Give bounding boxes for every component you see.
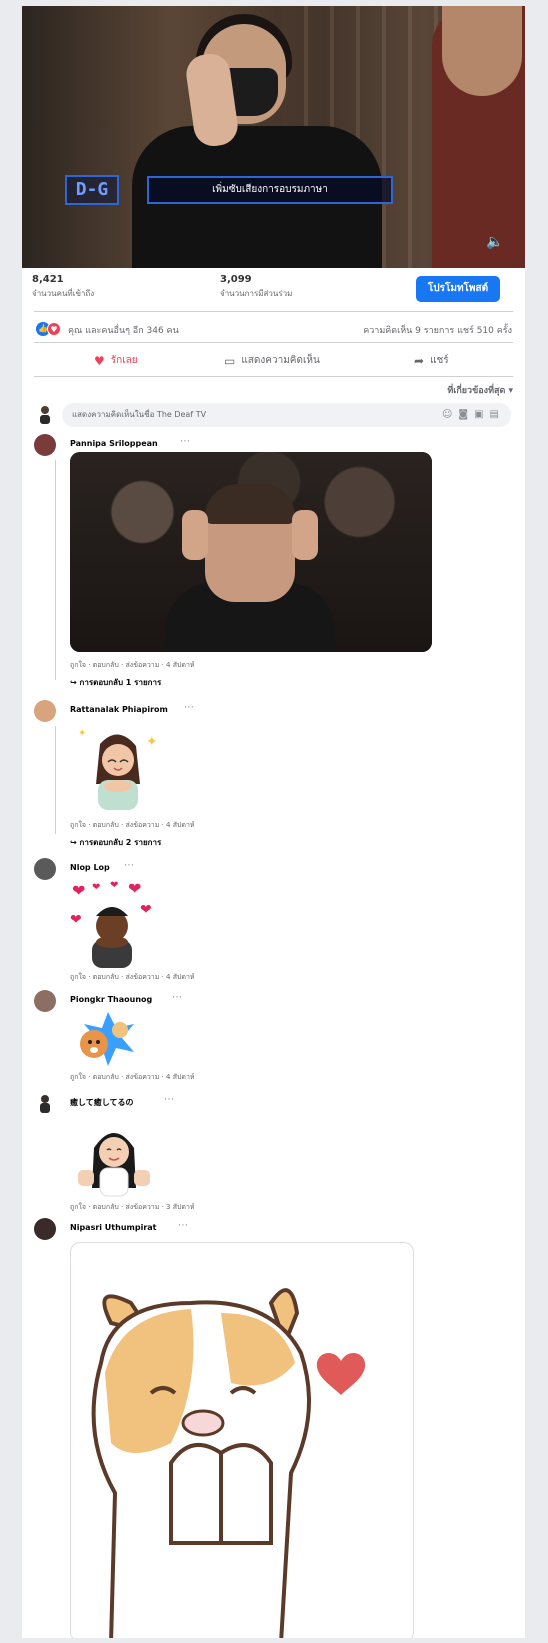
boost-post-button[interactable]: โปรโมทโพสต์ bbox=[416, 276, 500, 302]
view-replies-link[interactable]: ↪ การตอบกลับ 1 รายการ bbox=[70, 676, 161, 689]
svg-text:❤: ❤ bbox=[72, 881, 85, 900]
engagement-stat: 3,099 จำนวนการมีส่วนร่วม bbox=[220, 274, 292, 300]
views-stat: 8,421 จำนวนคนที่เข้าถึง bbox=[32, 274, 94, 300]
reactions-summary[interactable]: 👍 ♥ คุณ และคนอื่นๆ อีก 346 คน ความคิดเห็… bbox=[36, 322, 512, 338]
composer-tools: ☺◙▣▤ bbox=[442, 403, 505, 427]
comment-author[interactable]: Pannipa Sriloppean bbox=[70, 439, 158, 448]
comment-meta[interactable]: ถูกใจ · ตอบกลับ · ส่งข้อความ · 4 สัปดาห์ bbox=[70, 820, 195, 831]
more-options-icon[interactable]: ⋯ bbox=[164, 1094, 174, 1105]
sticker-icon[interactable]: ▤ bbox=[490, 409, 505, 420]
more-options-icon[interactable]: ⋯ bbox=[172, 992, 182, 1003]
comment-author[interactable]: Nlop Lop bbox=[70, 863, 110, 872]
svg-text:✦: ✦ bbox=[78, 728, 86, 739]
svg-text:❤: ❤ bbox=[140, 902, 152, 918]
comment-gif[interactable] bbox=[70, 452, 432, 652]
view-replies-link[interactable]: ↪ การตอบกลับ 2 รายการ bbox=[70, 836, 161, 849]
svg-text:✦: ✦ bbox=[146, 734, 158, 750]
comment-sort-dropdown[interactable]: ที่เกี่ยวข้องที่สุด ▾ bbox=[447, 383, 513, 397]
cat-sticker bbox=[91, 1288, 366, 1638]
comment-author[interactable]: 癒して癒してるの bbox=[70, 1097, 134, 1108]
thread-line bbox=[55, 460, 56, 680]
comment-author[interactable]: Piongkr Thaounog bbox=[70, 995, 152, 1004]
more-options-icon[interactable]: ⋯ bbox=[178, 1220, 188, 1231]
avatar[interactable] bbox=[34, 858, 56, 880]
love-reaction-icon: ♥ bbox=[47, 322, 61, 336]
dog-sticker[interactable] bbox=[72, 1010, 138, 1070]
more-options-icon[interactable]: ⋯ bbox=[180, 436, 190, 447]
share-label: แชร์ bbox=[430, 355, 449, 366]
post-card: D-G เพิ่มซับเสียงการอบรมภาษา 🔈 8,421 จำน… bbox=[22, 6, 525, 1638]
views-label: จำนวนคนที่เข้าถึง bbox=[32, 289, 95, 298]
comment-meta[interactable]: ถูกใจ · ตอบกลับ · ส่งข้อความ · 4 สัปดาห์ bbox=[70, 972, 195, 983]
emoji-icon[interactable]: ☺ bbox=[442, 409, 458, 420]
comment-bubble-icon: ▭ bbox=[224, 353, 236, 368]
comment-meta[interactable]: ถูกใจ · ตอบกลับ · ส่งข้อความ · 4 สัปดาห์ bbox=[70, 660, 195, 671]
svg-text:❤: ❤ bbox=[70, 912, 82, 928]
cat-sticker-card[interactable] bbox=[70, 1242, 414, 1638]
comment-author[interactable]: Nipasri Uthumpirat bbox=[70, 1223, 156, 1232]
svg-text:❤: ❤ bbox=[92, 882, 100, 893]
more-options-icon[interactable]: ⋯ bbox=[184, 702, 194, 713]
views-count: 8,421 bbox=[32, 274, 64, 285]
divider bbox=[34, 342, 513, 343]
comment-item: Nipasri Uthumpirat ⋯ bbox=[34, 1218, 513, 1638]
svg-text:❤: ❤ bbox=[128, 880, 141, 898]
comment-item: Nlop Lop ⋯ ❤ ❤ ❤ ❤ ❤ ❤ ถูกใจ · ตอบกลับ ·… bbox=[34, 858, 513, 988]
comments-shares-count[interactable]: ความคิดเห็น 9 รายการ แชร์ 510 ครั้ง bbox=[363, 323, 512, 337]
comment-meta[interactable]: ถูกใจ · ตอบกลับ · ส่งข้อความ · 4 สัปดาห์ bbox=[70, 1072, 195, 1083]
svg-text:❤: ❤ bbox=[110, 880, 118, 891]
heart-icon: ♥ bbox=[94, 353, 105, 368]
gif-thumb-right bbox=[292, 510, 318, 560]
love-label: รักเลย bbox=[110, 355, 138, 366]
avatar[interactable] bbox=[34, 1092, 56, 1114]
share-arrow-icon: ➦ bbox=[414, 353, 425, 368]
volume-icon[interactable]: 🔈 bbox=[486, 234, 503, 250]
comment-item: Rattanalak Phiapirom ⋯ ✦ ✦ ถูกใจ · ตอบกล… bbox=[34, 700, 513, 850]
avatar[interactable] bbox=[34, 990, 56, 1012]
avatar[interactable] bbox=[34, 1218, 56, 1240]
avatar[interactable] bbox=[34, 434, 56, 456]
video-player[interactable]: D-G เพิ่มซับเสียงการอบรมภาษา 🔈 bbox=[22, 6, 525, 268]
comment-item: Pannipa Sriloppean ⋯ ถูกใจ · ตอบกลับ · ส… bbox=[34, 434, 513, 694]
comment-item: Piongkr Thaounog ⋯ ถูกใจ · ตอบกลับ · ส่ง… bbox=[34, 990, 513, 1090]
thumbs-up-avatar-sticker[interactable] bbox=[74, 1118, 154, 1200]
gif-icon[interactable]: ▣ bbox=[474, 409, 489, 420]
hearts-avatar-sticker[interactable]: ❤ ❤ ❤ ❤ ❤ ❤ bbox=[70, 880, 160, 970]
comment-meta[interactable]: ถูกใจ · ตอบกลับ · ส่งข้อความ · 3 สัปดาห์ bbox=[70, 1202, 195, 1213]
reactors-text[interactable]: คุณ และคนอื่นๆ อีก 346 คน bbox=[68, 323, 179, 337]
more-options-icon[interactable]: ⋯ bbox=[124, 860, 134, 871]
camera-icon[interactable]: ◙ bbox=[458, 409, 474, 420]
engagement-label: จำนวนการมีส่วนร่วม bbox=[220, 289, 293, 298]
love-button[interactable]: ♥ รักเลย bbox=[94, 353, 138, 368]
post-actions: ♥ รักเลย ▭ แสดงความคิดเห็น ➦ แชร์ bbox=[34, 347, 513, 375]
video-second-person-head bbox=[442, 6, 522, 96]
gif-thumb-left bbox=[182, 510, 208, 560]
comment-author[interactable]: Rattanalak Phiapirom bbox=[70, 705, 168, 714]
thread-line bbox=[55, 726, 56, 834]
post-insights: 8,421 จำนวนคนที่เข้าถึง 3,099 จำนวนการมี… bbox=[22, 270, 525, 310]
comment-label: แสดงความคิดเห็น bbox=[241, 355, 320, 366]
divider bbox=[34, 376, 513, 377]
comment-composer: แสดงความคิดเห็นในชื่อ The Deaf TV ☺◙▣▤ bbox=[34, 403, 513, 427]
comment-item: 癒して癒してるの ⋯ ถูกใจ · ตอบกลับ · ส่งข้อความ … bbox=[34, 1092, 513, 1214]
divider bbox=[34, 311, 513, 312]
share-button[interactable]: ➦ แชร์ bbox=[414, 353, 449, 368]
comment-button[interactable]: ▭ แสดงความคิดเห็น bbox=[224, 353, 320, 368]
avatar[interactable] bbox=[34, 700, 56, 722]
video-caption: เพิ่มซับเสียงการอบรมภาษา bbox=[147, 176, 393, 204]
engagement-count: 3,099 bbox=[220, 274, 252, 285]
video-logo: D-G bbox=[65, 175, 119, 205]
gif-man-hair bbox=[205, 484, 295, 524]
avatar-sticker[interactable]: ✦ ✦ bbox=[76, 724, 162, 814]
page-avatar bbox=[40, 406, 50, 424]
